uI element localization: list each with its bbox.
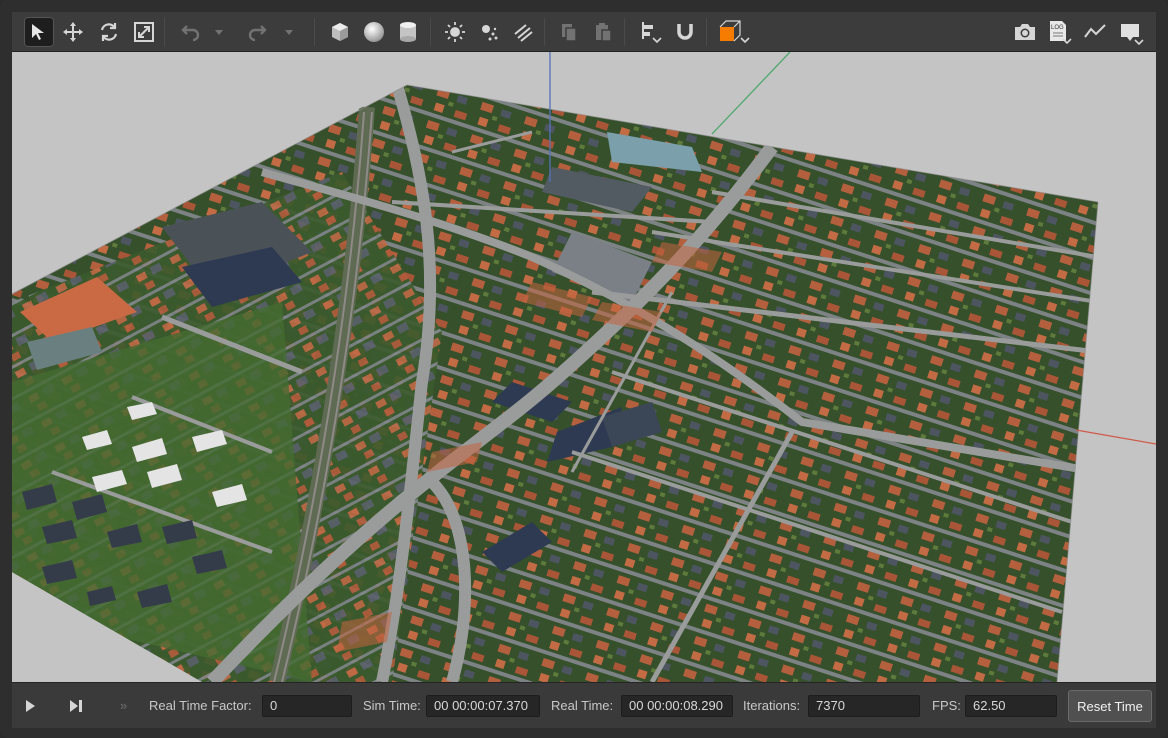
step-icon[interactable] <box>64 694 88 718</box>
x-axis-line <box>1075 429 1156 445</box>
real-time-factor-field: 0 <box>262 695 352 717</box>
toolbar-separator <box>706 18 707 46</box>
redo-dropdown-icon[interactable] <box>280 17 298 47</box>
iterations-label: Iterations: <box>743 698 801 713</box>
toolbar-separator <box>164 18 165 46</box>
sim-time-label: Sim Time: <box>363 698 421 713</box>
screenshot-icon[interactable] <box>1010 17 1040 47</box>
fps-label: FPS: <box>932 698 961 713</box>
sim-time-field: 00 00:00:07.370 <box>426 695 540 717</box>
fps-field: 62.50 <box>965 695 1057 717</box>
box-icon[interactable] <box>325 17 355 47</box>
snap-icon[interactable] <box>670 17 700 47</box>
y-axis-line <box>711 52 791 135</box>
align-icon[interactable] <box>636 17 666 47</box>
time-panel: » Real Time Factor: 0 Sim Time: 00 00:00… <box>12 682 1156 728</box>
video-record-icon[interactable] <box>1116 17 1146 47</box>
real-time-label: Real Time: <box>551 698 614 713</box>
step-count-chevrons[interactable]: » <box>120 698 127 713</box>
copy-icon[interactable] <box>554 17 584 47</box>
sphere-icon[interactable] <box>359 17 389 47</box>
view-angle-icon[interactable] <box>715 17 755 47</box>
toolbar-separator <box>624 18 625 46</box>
reset-time-button[interactable]: Reset Time <box>1068 690 1152 722</box>
toolbar-separator <box>430 18 431 46</box>
rotate-icon[interactable] <box>94 17 124 47</box>
log-badge-text: LOG <box>1051 25 1064 31</box>
toolbar-separator <box>314 18 315 46</box>
undo-icon[interactable] <box>174 17 204 47</box>
undo-dropdown-icon[interactable] <box>210 17 228 47</box>
spot-light-icon[interactable] <box>474 17 504 47</box>
select-arrow-icon[interactable] <box>24 17 54 47</box>
log-icon[interactable]: LOG <box>1044 17 1074 47</box>
gazebo-window: LOG » Real Time Factor: 0 Sim Time: 00 0… <box>0 0 1168 738</box>
terrain-map <box>12 84 1099 682</box>
real-time-field: 00 00:00:08.290 <box>621 695 733 717</box>
toolbar: LOG <box>12 12 1156 52</box>
translate-icon[interactable] <box>58 17 88 47</box>
cylinder-icon[interactable] <box>393 17 423 47</box>
plot-icon[interactable] <box>1080 17 1110 47</box>
redo-icon[interactable] <box>244 17 274 47</box>
point-light-icon[interactable] <box>440 17 470 47</box>
toolbar-separator <box>544 18 545 46</box>
iterations-field: 7370 <box>808 695 920 717</box>
paste-icon[interactable] <box>588 17 618 47</box>
scene-viewport[interactable] <box>12 52 1156 682</box>
real-time-factor-label: Real Time Factor: <box>149 698 252 713</box>
directional-light-icon[interactable] <box>508 17 538 47</box>
scale-icon[interactable] <box>129 17 159 47</box>
play-icon[interactable] <box>18 694 42 718</box>
